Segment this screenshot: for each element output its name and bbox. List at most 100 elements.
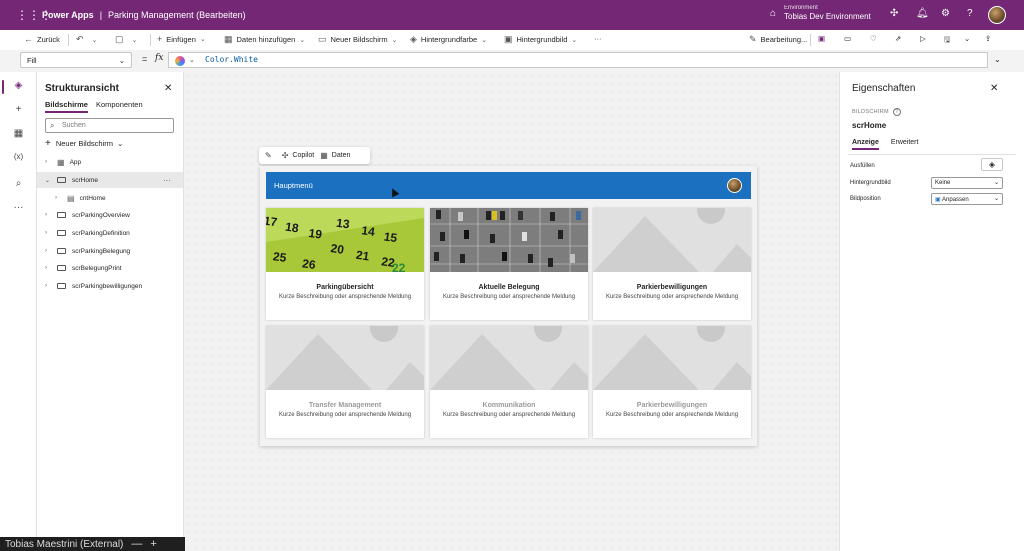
chevron-right-icon[interactable]: › (55, 195, 63, 201)
search-input[interactable]: ⌕ Suchen (45, 118, 174, 133)
save-icon[interactable]: 🖫︎ (944, 34, 950, 47)
menu-card[interactable]: Parkierbewilligungen Kurze Beschreibung … (593, 208, 751, 320)
chevron-down-icon[interactable]: ⌄ (92, 36, 98, 44)
tree-item-scrparkingdefinition[interactable]: › scrParkingDefinition (37, 225, 183, 241)
environment-icon: ⌂ (770, 8, 777, 19)
close-icon[interactable]: ✕ (164, 83, 172, 94)
chevron-right-icon[interactable]: › (45, 283, 53, 289)
title-bar: ⋮⋮⋮ Power Apps | Parking Management (Bea… (0, 0, 1024, 30)
menu-card[interactable]: Parkierbewilligungen Kurze Beschreibung … (593, 326, 751, 438)
tree-item-scrparkingbewilligungen[interactable]: › scrParkingbewilligungen (37, 278, 183, 294)
chevron-right-icon[interactable]: › (45, 248, 53, 254)
card-title: Parkierbewilligungen (636, 284, 708, 291)
more-commands-button[interactable]: ··· (594, 34, 602, 43)
minimize-button[interactable]: — (131, 538, 142, 550)
menu-card[interactable]: Transfer Management Kurze Beschreibung o… (266, 326, 424, 438)
plus-icon: + (157, 34, 163, 44)
pin-button[interactable]: ✎ (265, 151, 276, 160)
panel-title: Eigenschaften (852, 83, 916, 94)
search-icon: ⌕ (50, 121, 55, 130)
paste-button[interactable]: ▢ ⌄ (115, 34, 137, 45)
table-icon: ▦ (320, 151, 328, 160)
data-icon[interactable]: ▦ (0, 128, 37, 139)
data-button[interactable]: ▦ Daten (320, 151, 350, 160)
property-selector[interactable]: Fill ⌄ (20, 52, 132, 68)
tab-display[interactable]: Anzeige (852, 139, 879, 150)
tree-item-scrbelegungprint[interactable]: › scrBelegungPrint (37, 260, 183, 276)
screen-icon (57, 265, 66, 271)
undo-icon: ↶ (76, 34, 84, 44)
more-icon[interactable]: ··· (163, 176, 171, 185)
app-header[interactable]: Hauptmenü (266, 172, 751, 199)
background-image-select[interactable]: Keine ⌄ (931, 177, 1003, 189)
help-icon[interactable]: ? (892, 108, 901, 116)
image-position-label: Bildposition (850, 196, 881, 202)
user-avatar[interactable] (988, 6, 1006, 24)
close-icon[interactable]: ✕ (990, 83, 998, 94)
tree-item-scrparkingoverview[interactable]: › scrParkingOverview (37, 207, 183, 223)
chevron-right-icon[interactable]: › (45, 159, 53, 165)
tab-screens[interactable]: Bildschirme (45, 100, 88, 113)
tree-item-cnthome[interactable]: › ▤ cntHome (37, 190, 183, 206)
fill-color-picker[interactable]: ◈ (981, 158, 1003, 171)
comments-icon[interactable]: ▭ (844, 34, 851, 43)
play-icon[interactable]: ▷ (920, 34, 926, 43)
chevron-down-icon: ⌄ (571, 36, 578, 44)
edit-mode-button[interactable]: ✎ Bearbeitung... (749, 34, 807, 45)
tree-item-app[interactable]: › ▦ App (37, 154, 183, 170)
chevron-down-icon[interactable]: ⌄ (132, 36, 138, 44)
formula-value[interactable]: Color.White (205, 55, 258, 64)
help-icon[interactable]: ? (967, 8, 973, 19)
fx-icon[interactable]: fx (155, 53, 163, 63)
plus-icon[interactable]: + (0, 104, 37, 115)
chevron-down-icon[interactable]: ⌄ (994, 55, 1001, 64)
gear-icon[interactable]: ⚙ (941, 8, 950, 19)
tab-advanced[interactable]: Erweitert (891, 139, 919, 150)
insert-button[interactable]: + Einfügen ⌄ (157, 34, 206, 44)
tab-components[interactable]: Komponenten (96, 100, 143, 113)
publish-icon[interactable]: ⇪ (985, 34, 991, 43)
copilot-button[interactable]: ✣ Copilot (282, 151, 315, 160)
copilot-icon[interactable]: ✣ (890, 8, 898, 19)
menu-card[interactable]: Kommunikation Kurze Beschreibung oder an… (430, 326, 588, 438)
chevron-right-icon[interactable]: › (45, 230, 53, 236)
add-button[interactable]: + (150, 538, 156, 550)
image-position-select[interactable]: ▣ Anpassen ⌄ (931, 193, 1003, 205)
new-screen-button[interactable]: ▭ Neuer Bildschirm ⌄ (318, 34, 398, 45)
undo-button[interactable]: ↶ ⌄ (76, 34, 97, 45)
app-screen-preview[interactable]: Hauptmenü 17 18 19 13 14 15 20 21 22 25 26 22 Park… (260, 166, 757, 446)
environment-picker[interactable]: ⌂ Environment Tobias Dev Environment (770, 5, 871, 22)
chevron-down-icon: ⌄ (116, 139, 124, 148)
tree-item-scrhome[interactable]: ⌄ scrHome ··· (37, 172, 183, 188)
menu-card[interactable]: Aktuelle Belegung Kurze Beschreibung ode… (430, 208, 588, 320)
app-checker-icon[interactable]: ▣ (818, 34, 825, 43)
app-name[interactable]: Power Apps (42, 10, 94, 20)
background-image-button[interactable]: ▣ Hintergrundbild ⌄ (504, 34, 577, 45)
tree-item-scrparkingbelegung[interactable]: › scrParkingBelegung (37, 243, 183, 259)
search-icon[interactable]: ⌕ (0, 178, 37, 189)
more-icon[interactable]: ··· (0, 202, 37, 213)
placeholder-image (593, 208, 751, 272)
app-launcher-icon[interactable]: ⋮⋮⋮ (16, 8, 52, 22)
avatar[interactable] (727, 178, 742, 193)
copilot-icon[interactable] (175, 56, 185, 66)
meeting-taskbar[interactable]: Tobias Maestrini (External) — + (0, 537, 185, 551)
new-screen-button[interactable]: + Neuer Bildschirm ⌄ (45, 138, 123, 149)
chevron-down-icon[interactable]: ⌄ (964, 34, 970, 43)
health-icon[interactable]: ♡ (870, 34, 877, 43)
formula-input[interactable]: ⌄ Color.White (168, 52, 988, 68)
back-button[interactable]: ← Zurück (24, 34, 60, 44)
svg-text:18: 18 (284, 220, 299, 236)
background-color-button[interactable]: ◈ Hintergrundfarbe ⌄ (410, 34, 487, 45)
chevron-right-icon[interactable]: › (45, 265, 53, 271)
chevron-down-icon[interactable]: ⌄ (189, 56, 195, 64)
tree-view-icon[interactable]: ◈ (0, 80, 37, 91)
variables-icon[interactable]: (x) (0, 152, 37, 161)
share-icon[interactable]: ⇗ (895, 34, 901, 43)
bell-icon[interactable]: 🔔︎ (916, 8, 929, 19)
add-data-button[interactable]: ▦ Daten hinzufügen ⌄ (224, 34, 305, 45)
chevron-down-icon[interactable]: ⌄ (45, 177, 53, 184)
chevron-down-icon: ⌄ (391, 36, 398, 44)
menu-card[interactable]: 17 18 19 13 14 15 20 21 22 25 26 22 Parkingübersic… (266, 208, 424, 320)
chevron-right-icon[interactable]: › (45, 212, 53, 218)
